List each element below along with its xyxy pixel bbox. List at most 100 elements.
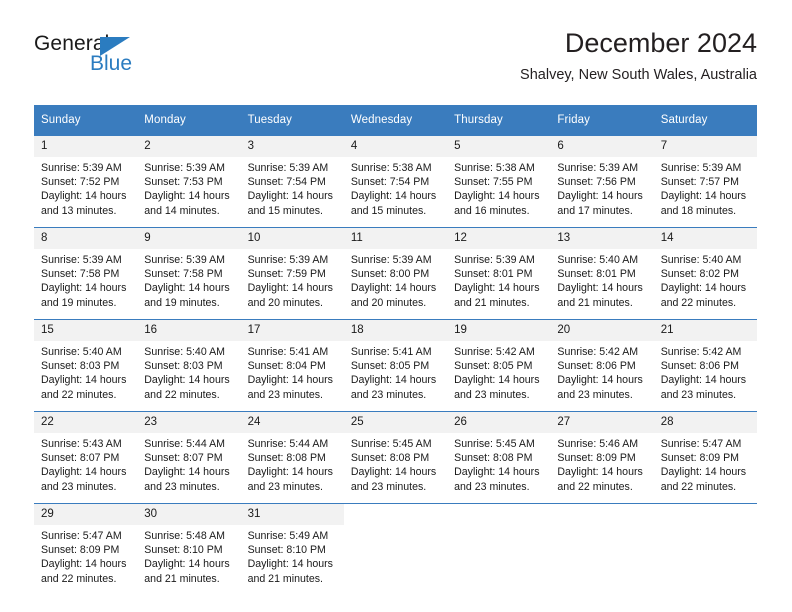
- day-details: Sunrise: 5:41 AM Sunset: 8:05 PM Dayligh…: [344, 341, 447, 402]
- day-cell[interactable]: 15 Sunrise: 5:40 AM Sunset: 8:03 PM Dayl…: [34, 319, 138, 412]
- daylight-text: Daylight: 14 hours and 21 minutes.: [454, 282, 540, 309]
- day-cell[interactable]: 1 Sunrise: 5:39 AM Sunset: 7:52 PM Dayli…: [34, 135, 138, 228]
- sunset-text: Sunset: 8:00 PM: [350, 268, 430, 281]
- sunrise-text: Sunrise: 5:39 AM: [247, 162, 329, 174]
- day-details: Sunrise: 5:40 AM Sunset: 8:01 PM Dayligh…: [550, 249, 653, 310]
- day-cell[interactable]: 16 Sunrise: 5:40 AM Sunset: 8:03 PM Dayl…: [137, 319, 241, 412]
- sunset-text: Sunset: 8:10 PM: [144, 544, 223, 557]
- sunrise-text: Sunrise: 5:45 AM: [454, 438, 535, 450]
- day-cell[interactable]: 19 Sunrise: 5:42 AM Sunset: 8:05 PM Dayl…: [447, 319, 551, 412]
- day-cell[interactable]: 20 Sunrise: 5:42 AM Sunset: 8:06 PM Dayl…: [550, 319, 654, 412]
- day-number: 9: [137, 228, 241, 249]
- sunset-text: Sunset: 7:58 PM: [41, 268, 120, 281]
- day-cell[interactable]: 22 Sunrise: 5:43 AM Sunset: 8:07 PM Dayl…: [34, 411, 138, 504]
- sunset-text: Sunset: 8:05 PM: [350, 360, 430, 373]
- sunset-text: Sunset: 8:10 PM: [247, 544, 326, 557]
- day-cell[interactable]: 5 Sunrise: 5:38 AM Sunset: 7:55 PM Dayli…: [447, 135, 551, 228]
- day-details: Sunrise: 5:47 AM Sunset: 8:09 PM Dayligh…: [654, 433, 757, 494]
- daylight-text: Daylight: 14 hours and 21 minutes.: [144, 558, 230, 585]
- day-number: 30: [137, 504, 241, 525]
- sunset-text: Sunset: 8:04 PM: [247, 360, 326, 373]
- day-cell[interactable]: 3 Sunrise: 5:39 AM Sunset: 7:54 PM Dayli…: [240, 135, 344, 228]
- day-details: Sunrise: 5:40 AM Sunset: 8:03 PM Dayligh…: [137, 341, 240, 402]
- day-number: [343, 504, 448, 525]
- day-number: 23: [137, 412, 241, 433]
- sunset-text: Sunset: 8:03 PM: [41, 360, 120, 373]
- day-cell[interactable]: 13 Sunrise: 5:40 AM Sunset: 8:01 PM Dayl…: [550, 227, 654, 320]
- weekday-header-row: Sunday Monday Tuesday Wednesday Thursday…: [34, 105, 757, 136]
- day-cell[interactable]: 9 Sunrise: 5:39 AM Sunset: 7:58 PM Dayli…: [137, 227, 241, 320]
- sunset-text: Sunset: 8:07 PM: [144, 452, 223, 465]
- day-details: Sunrise: 5:39 AM Sunset: 7:59 PM Dayligh…: [241, 249, 344, 310]
- day-details: Sunrise: 5:42 AM Sunset: 8:06 PM Dayligh…: [550, 341, 653, 402]
- day-cell-empty: [447, 503, 551, 590]
- day-cell[interactable]: 31 Sunrise: 5:49 AM Sunset: 8:10 PM Dayl…: [240, 503, 344, 590]
- sunset-text: Sunset: 8:09 PM: [660, 452, 740, 465]
- sunset-text: Sunset: 8:06 PM: [557, 360, 636, 373]
- day-number: 31: [240, 504, 344, 525]
- day-number: 6: [550, 136, 654, 157]
- day-number: 26: [447, 412, 551, 433]
- day-cell[interactable]: 27 Sunrise: 5:46 AM Sunset: 8:09 PM Dayl…: [550, 411, 654, 504]
- day-cell[interactable]: 28 Sunrise: 5:47 AM Sunset: 8:09 PM Dayl…: [653, 411, 757, 504]
- day-cell[interactable]: 25 Sunrise: 5:45 AM Sunset: 8:08 PM Dayl…: [343, 411, 448, 504]
- day-cell[interactable]: 29 Sunrise: 5:47 AM Sunset: 8:09 PM Dayl…: [34, 503, 138, 590]
- day-cell[interactable]: 7 Sunrise: 5:39 AM Sunset: 7:57 PM Dayli…: [653, 135, 757, 228]
- sunset-text: Sunset: 7:59 PM: [247, 268, 326, 281]
- daylight-text: Daylight: 14 hours and 22 minutes.: [144, 374, 230, 401]
- sunset-text: Sunset: 8:09 PM: [557, 452, 636, 465]
- daylight-text: Daylight: 14 hours and 23 minutes.: [660, 374, 747, 401]
- weekday-header-friday: Friday: [550, 105, 654, 136]
- day-cell[interactable]: 18 Sunrise: 5:41 AM Sunset: 8:05 PM Dayl…: [343, 319, 448, 412]
- calendar-week-row: 15 Sunrise: 5:40 AM Sunset: 8:03 PM Dayl…: [34, 319, 757, 412]
- day-number: 21: [653, 320, 757, 341]
- day-number: 18: [343, 320, 448, 341]
- day-details: Sunrise: 5:38 AM Sunset: 7:54 PM Dayligh…: [344, 157, 447, 218]
- daylight-text: Daylight: 14 hours and 22 minutes.: [660, 282, 747, 309]
- daylight-text: Daylight: 14 hours and 22 minutes.: [557, 466, 643, 493]
- day-cell[interactable]: 14 Sunrise: 5:40 AM Sunset: 8:02 PM Dayl…: [653, 227, 757, 320]
- day-number: 27: [550, 412, 654, 433]
- day-cell[interactable]: 12 Sunrise: 5:39 AM Sunset: 8:01 PM Dayl…: [447, 227, 551, 320]
- day-number: 17: [240, 320, 344, 341]
- sunset-text: Sunset: 8:07 PM: [41, 452, 120, 465]
- day-cell[interactable]: 17 Sunrise: 5:41 AM Sunset: 8:04 PM Dayl…: [240, 319, 344, 412]
- day-details: Sunrise: 5:41 AM Sunset: 8:04 PM Dayligh…: [241, 341, 344, 402]
- day-cell[interactable]: 2 Sunrise: 5:39 AM Sunset: 7:53 PM Dayli…: [137, 135, 241, 228]
- day-number: 7: [653, 136, 757, 157]
- day-cell[interactable]: 4 Sunrise: 5:38 AM Sunset: 7:54 PM Dayli…: [343, 135, 448, 228]
- day-number: 13: [550, 228, 654, 249]
- day-cell[interactable]: 11 Sunrise: 5:39 AM Sunset: 8:00 PM Dayl…: [343, 227, 448, 320]
- day-details: Sunrise: 5:40 AM Sunset: 8:03 PM Dayligh…: [34, 341, 137, 402]
- daylight-text: Daylight: 14 hours and 20 minutes.: [350, 282, 437, 309]
- day-cell[interactable]: 23 Sunrise: 5:44 AM Sunset: 8:07 PM Dayl…: [137, 411, 241, 504]
- sunset-text: Sunset: 7:53 PM: [144, 176, 223, 189]
- day-cell[interactable]: 10 Sunrise: 5:39 AM Sunset: 7:59 PM Dayl…: [240, 227, 344, 320]
- day-cell[interactable]: 8 Sunrise: 5:39 AM Sunset: 7:58 PM Dayli…: [34, 227, 138, 320]
- day-cell[interactable]: 21 Sunrise: 5:42 AM Sunset: 8:06 PM Dayl…: [653, 319, 757, 412]
- sunrise-text: Sunrise: 5:39 AM: [557, 162, 639, 174]
- calendar-week-row: 29 Sunrise: 5:47 AM Sunset: 8:09 PM Dayl…: [34, 503, 757, 590]
- daylight-text: Daylight: 14 hours and 21 minutes.: [557, 282, 643, 309]
- daylight-text: Daylight: 14 hours and 20 minutes.: [247, 282, 333, 309]
- daylight-text: Daylight: 14 hours and 23 minutes.: [454, 374, 540, 401]
- day-cell-empty: [550, 503, 654, 590]
- sunrise-text: Sunrise: 5:44 AM: [144, 438, 225, 450]
- day-number: 15: [34, 320, 138, 341]
- general-blue-logo[interactable]: General Blue: [34, 32, 264, 84]
- sunrise-text: Sunrise: 5:39 AM: [41, 254, 122, 266]
- day-details: Sunrise: 5:45 AM Sunset: 8:08 PM Dayligh…: [447, 433, 550, 494]
- day-cell-empty: [653, 503, 757, 590]
- daylight-text: Daylight: 14 hours and 18 minutes.: [660, 190, 747, 217]
- sunset-text: Sunset: 8:09 PM: [41, 544, 120, 557]
- daylight-text: Daylight: 14 hours and 15 minutes.: [247, 190, 333, 217]
- day-cell[interactable]: 24 Sunrise: 5:44 AM Sunset: 8:08 PM Dayl…: [240, 411, 344, 504]
- day-details: Sunrise: 5:48 AM Sunset: 8:10 PM Dayligh…: [137, 525, 240, 586]
- day-cell[interactable]: 30 Sunrise: 5:48 AM Sunset: 8:10 PM Dayl…: [137, 503, 241, 590]
- day-cell[interactable]: 6 Sunrise: 5:39 AM Sunset: 7:56 PM Dayli…: [550, 135, 654, 228]
- sunset-text: Sunset: 7:56 PM: [557, 176, 636, 189]
- day-number: 10: [240, 228, 344, 249]
- day-details: Sunrise: 5:39 AM Sunset: 7:58 PM Dayligh…: [137, 249, 240, 310]
- sunrise-text: Sunrise: 5:47 AM: [41, 530, 122, 542]
- day-cell[interactable]: 26 Sunrise: 5:45 AM Sunset: 8:08 PM Dayl…: [447, 411, 551, 504]
